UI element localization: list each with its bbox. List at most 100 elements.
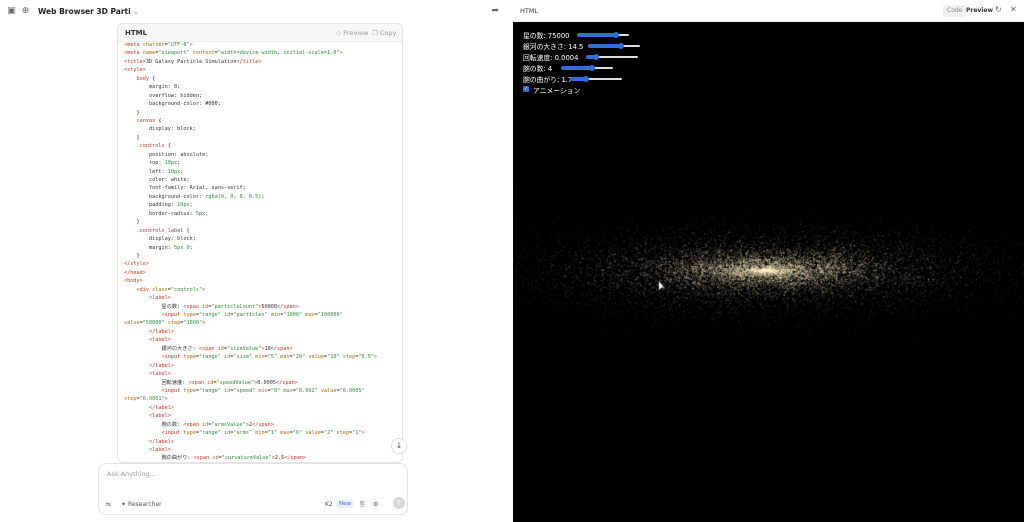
code-token: min [270,312,281,318]
code-line: display: block; [124,235,402,243]
slider-thumb[interactable] [617,43,624,49]
code-token: 星の数: [124,303,184,310]
range-slider[interactable] [570,76,622,82]
code-token: "50000" [142,320,165,327]
code-token: "speed" [233,387,256,394]
code-copy-button[interactable]: ❐ Copy [372,29,396,37]
code-line: overflow: hidden; [124,92,402,100]
control-label: 銀河の大きさ: 14.5 [523,41,583,51]
code-token: > [189,42,193,48]
code-token: </label> [149,438,174,445]
code-token: "size" [233,354,253,361]
code-token: { [149,75,156,82]
range-slider[interactable] [577,32,629,38]
code-token: </span> [252,421,274,428]
code-token: </span> [277,303,299,310]
code-token: 銀河の大きさ: [124,345,199,352]
code-line: </label> [124,328,402,336]
sidebar-toggle-icon[interactable]: ▣ [7,7,16,16]
model-selector[interactable]: K2 [325,501,333,508]
code-token: "0.5" [358,354,374,361]
control-value: 0.0004 [554,54,579,62]
attach-icon[interactable]: ⎘ [360,501,365,509]
code-token: 2.5 [274,455,285,462]
preview-title: HTML [520,7,539,15]
code-line: background-color: rgba(0, 0, 0, 0.5); [124,193,402,201]
code-token: min [255,354,265,361]
code-line: </label> [124,404,402,412]
code-token: <span [198,345,218,352]
code-line: <label> [124,294,402,302]
code-token: "range" [198,430,221,437]
share-icon[interactable]: ➦ [491,6,499,16]
code-token: "particles" [233,312,268,318]
code-token: } [124,134,140,141]
code-token: min [255,430,265,437]
code-line: <label> [124,336,402,344]
control-label-text: 回転速度: [523,54,555,62]
galaxy-canvas[interactable] [513,22,1024,522]
code-line: <meta name="viewport" content="width=dev… [124,49,402,57]
settings-icon[interactable]: ⚙ [373,501,378,508]
code-token: content [192,50,215,57]
preview-tab[interactable]: Preview [962,5,997,17]
code-token: </title> [236,58,262,65]
slider-thumb[interactable] [613,32,619,38]
range-slider[interactable] [561,65,613,71]
code-token: margin: 0; [124,84,181,91]
code-token: rgba(0, 0, 0, 0.5) [205,193,262,200]
control-label-text: 銀河の大きさ: [523,43,569,51]
range-slider[interactable] [586,54,638,60]
code-token: value [320,387,337,394]
new-chat-icon[interactable]: ⊕ [21,7,30,16]
code-line: </head> [124,269,402,277]
code-token: type [183,312,196,318]
animation-checkbox[interactable]: ✓ [523,86,529,92]
code-token: display: block; [124,236,196,243]
close-icon[interactable]: ✕ [1010,5,1017,14]
chat-title[interactable]: Web Browser 3D Parti ⌄ [38,7,139,16]
code-token: step [167,320,181,327]
code-block: HTML ◇ Preview ❐ Copy <meta charset="UTF… [117,23,403,463]
chat-pane: ▣ ⊕ Web Browser 3D Parti ⌄ ➦ HTML ◇ Previ… [0,0,513,522]
preview-header: HTML Code Preview ↻ ✕ [513,0,1024,22]
code-token: 10px [177,202,190,209]
code-line: .controls { [124,142,402,150]
slider-fill [588,44,621,48]
code-token: max [305,312,315,318]
chevron-down-icon: ⌄ [132,7,139,16]
code-token: "controls" [170,286,203,293]
code-token: "0" [270,387,281,394]
code-token: } [124,252,140,259]
code-token: "0.0005" [339,387,365,394]
refresh-icon[interactable]: ↻ [995,5,1002,14]
code-preview-button[interactable]: ◇ Preview [336,29,368,37]
code-token: canvas [136,117,156,124]
code-copy-label: Copy [379,29,397,37]
code-token: </label> [149,328,174,335]
code-token: > [361,430,365,437]
tools-icon[interactable]: ⇆ [106,501,111,508]
send-button[interactable]: ↑ [393,497,405,509]
range-slider[interactable] [588,43,640,49]
researcher-button[interactable]: ✦ Researcher [121,501,162,508]
code-token: } [124,109,140,116]
new-badge: New [336,500,354,508]
code-line: color: white; [124,176,402,184]
slider-thumb[interactable] [582,76,589,82]
chat-input[interactable]: Ask Anything... [107,470,156,478]
animation-label: アニメーション [533,87,581,95]
code-line: font-family: Arial, sans-serif; [124,184,402,192]
code-token: <style> [124,67,146,74]
scroll-down-button[interactable]: ↓ [391,438,407,454]
code-token: <span [183,303,203,310]
code-token: step [342,354,356,361]
code-line: <meta charset="UTF-8"> [124,41,402,49]
